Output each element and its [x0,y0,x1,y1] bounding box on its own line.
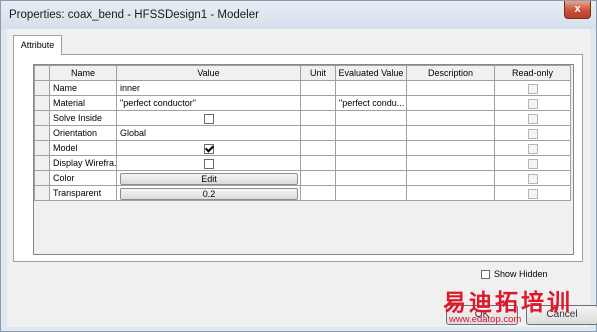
table-row: Orientation Global [34,125,571,141]
read-only-checkbox [527,83,538,94]
read-only-checkbox [527,98,538,109]
property-description[interactable] [406,110,495,126]
property-description[interactable] [406,155,495,171]
property-grid: Name Value Unit Evaluated Value Descript… [33,64,574,255]
property-value-cell: 0.2 [116,185,301,201]
property-name: Transparent [49,185,117,201]
table-row: Model [34,140,571,156]
property-value-cell [116,140,301,156]
title-bar[interactable]: Properties: coax_bend - HFSSDesign1 - Mo… [1,1,596,29]
row-header[interactable] [34,185,50,201]
row-header[interactable] [34,95,50,111]
header-row: Name Value Unit Evaluated Value Descript… [34,65,571,81]
property-name: Name [49,80,117,96]
row-header[interactable] [34,140,50,156]
column-header-description[interactable]: Description [406,65,495,81]
table-row: Name inner [34,80,571,96]
property-value-select[interactable]: Global [116,125,301,141]
transparency-slider-button[interactable]: 0.2 [120,187,298,200]
property-name: Color [49,170,117,186]
table-row: Material "perfect conductor" "perfect co… [34,95,571,111]
property-description[interactable] [406,185,495,201]
show-hidden-label: Show Hidden [494,269,548,279]
corner-cell [34,65,50,81]
show-hidden-checkbox[interactable] [481,270,490,280]
property-name: Display Wirefra... [49,155,117,171]
read-only-checkbox [527,128,538,139]
properties-dialog: Properties: coax_bend - HFSSDesign1 - Mo… [0,0,597,332]
property-description[interactable] [406,95,495,111]
property-unit[interactable] [300,155,336,171]
read-only-cell [494,140,571,156]
table-row: Transparent 0.2 [34,185,571,201]
property-name: Solve Inside [49,110,117,126]
property-evaluated-value [335,155,407,171]
property-value-cell [116,110,301,126]
property-name: Model [49,140,117,156]
property-description[interactable] [406,80,495,96]
column-header-name[interactable]: Name [49,65,117,81]
window-title: Properties: coax_bend - HFSSDesign1 - Mo… [9,9,259,21]
table-row: Solve Inside [34,110,571,126]
property-value-select[interactable]: "perfect conductor" [116,95,301,111]
row-header[interactable] [34,110,50,126]
property-unit[interactable] [300,95,336,111]
read-only-cell [494,185,571,201]
property-name: Orientation [49,125,117,141]
read-only-cell [494,155,571,171]
property-unit[interactable] [300,185,336,201]
property-description[interactable] [406,140,495,156]
read-only-checkbox [527,173,538,184]
property-evaluated-value [335,185,407,201]
solve-inside-checkbox[interactable] [203,113,214,124]
color-edit-button[interactable]: Edit [120,172,298,185]
property-evaluated-value [335,110,407,126]
property-evaluated-value: "perfect condu... [335,95,407,111]
row-header[interactable] [34,80,50,96]
property-unit[interactable] [300,125,336,141]
tab-attribute[interactable]: Attribute [13,35,62,55]
row-header[interactable] [34,125,50,141]
column-header-unit[interactable]: Unit [300,65,336,81]
property-evaluated-value [335,170,407,186]
read-only-cell [494,110,571,126]
column-header-value[interactable]: Value [116,65,301,81]
property-evaluated-value [335,140,407,156]
table-row: Display Wirefra... [34,155,571,171]
watermark-url: www.edatop.com [449,314,522,325]
read-only-cell [494,95,571,111]
property-unit[interactable] [300,110,336,126]
property-name: Material [49,95,117,111]
column-header-evaluated-value[interactable]: Evaluated Value [335,65,407,81]
read-only-cell [494,125,571,141]
property-value-input[interactable]: inner [116,80,301,96]
read-only-checkbox [527,188,538,199]
property-table: Name Value Unit Evaluated Value Descript… [34,65,571,201]
property-value-cell [116,155,301,171]
display-wireframe-checkbox[interactable] [203,158,214,169]
read-only-checkbox [527,143,538,154]
close-button[interactable]: x [564,1,591,19]
read-only-checkbox [527,158,538,169]
watermark-logo: 易迪拓培训 [443,289,573,315]
model-checkbox[interactable] [203,143,214,154]
property-unit[interactable] [300,170,336,186]
property-unit[interactable] [300,140,336,156]
row-header[interactable] [34,170,50,186]
property-description[interactable] [406,170,495,186]
property-description[interactable] [406,125,495,141]
table-row: Color Edit [34,170,571,186]
read-only-checkbox [527,113,538,124]
property-evaluated-value [335,125,407,141]
show-hidden-option[interactable]: Show Hidden [481,269,548,280]
row-header[interactable] [34,155,50,171]
column-header-read-only[interactable]: Read-only [494,65,571,81]
property-unit[interactable] [300,80,336,96]
property-value-cell: Edit [116,170,301,186]
property-evaluated-value [335,80,407,96]
read-only-cell [494,170,571,186]
read-only-cell [494,80,571,96]
